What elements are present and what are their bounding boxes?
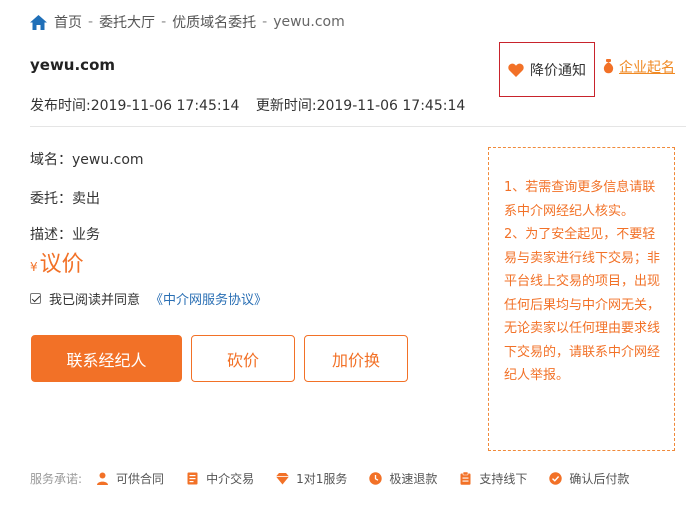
price-drop-notify-button[interactable]: 降价通知: [508, 60, 586, 80]
service-item: 支持线下: [459, 470, 527, 487]
domain-info: 域名：yewu.com: [30, 152, 144, 168]
document-icon: [187, 472, 198, 485]
agreement: 我已阅读并同意 《中介网服务协议》: [30, 289, 267, 308]
breadcrumb-home[interactable]: 首页: [54, 12, 82, 32]
enterprise-naming-link[interactable]: 企业起名: [603, 57, 675, 77]
service-item: 极速退款: [369, 470, 437, 487]
enterprise-naming-label: 企业起名: [619, 60, 675, 76]
agreement-text: 我已阅读并同意: [49, 293, 141, 308]
agreement-checkbox[interactable]: [30, 293, 41, 304]
clock-icon: [369, 472, 383, 485]
service-item: 1对1服务: [276, 470, 347, 487]
breadcrumb-separator: -: [88, 14, 94, 30]
service-item-label: 支持线下: [479, 472, 528, 486]
page-title: yewu.com: [30, 56, 116, 74]
service-item-label: 1对1服务: [296, 472, 348, 486]
breadcrumb-current: yewu.com: [273, 14, 345, 30]
currency-symbol: ¥: [30, 260, 38, 274]
service-promises: 服务承诺: 可供合同 中介交易 1对1服务 极速退款 支持线下 确认后付款: [30, 470, 629, 487]
service-item: 可供合同: [96, 470, 164, 487]
price-drop-notify-label: 降价通知: [530, 62, 586, 79]
service-item-label: 中介交易: [206, 472, 255, 486]
contact-agent-button[interactable]: 联系经纪人: [31, 335, 182, 382]
price-value: 议价: [39, 252, 84, 277]
check-circle-icon: [549, 472, 563, 485]
breadcrumb-entrust-hall[interactable]: 委托大厅: [99, 12, 155, 32]
service-promises-label: 服务承诺:: [30, 472, 83, 486]
bargain-button[interactable]: 砍价: [191, 335, 295, 382]
diamond-icon: [276, 473, 290, 485]
raise-swap-button[interactable]: 加价换: [304, 335, 408, 382]
service-item: 中介交易: [186, 470, 254, 487]
entrust-info: 委托：卖出: [30, 191, 100, 207]
breadcrumb-separator: -: [262, 14, 268, 30]
service-agreement-link[interactable]: 《中介网服务协议》: [150, 289, 267, 308]
service-item-label: 可供合同: [116, 472, 165, 486]
price-drop-highlight: 降价通知: [499, 42, 595, 97]
notice-paragraph-1: 1、若需查询更多信息请联系中介网经纪人核实。: [504, 180, 656, 219]
home-icon[interactable]: [30, 14, 47, 30]
service-item-label: 确认后付款: [569, 472, 630, 486]
person-icon: [97, 472, 109, 485]
service-item: 确认后付款: [549, 470, 629, 487]
notice-paragraph-2: 2、为了安全起见，不要轻易与卖家进行线下交易；非平台线上交易的项目，出现任何后果…: [504, 227, 661, 383]
service-item-label: 极速退款: [389, 472, 438, 486]
description-info: 描述：业务: [30, 227, 100, 243]
clipboard-icon: [460, 472, 471, 485]
published-time: 发布时间:2019-11-06 17:45:14: [30, 98, 240, 114]
heart-icon: [508, 63, 524, 77]
updated-time: 更新时间:2019-11-06 17:45:14: [255, 98, 466, 114]
breadcrumb-separator: -: [161, 14, 167, 30]
timestamps: 发布时间:2019-11-06 17:45:14 更新时间:2019-11-06…: [30, 95, 477, 115]
breadcrumb-premium-domains[interactable]: 优质域名委托: [172, 12, 256, 32]
tag-icon: [603, 59, 614, 74]
divider: [30, 126, 686, 127]
safety-notice: 1、若需查询更多信息请联系中介网经纪人核实。 2、为了安全起见，不要轻易与卖家进…: [488, 147, 675, 451]
breadcrumb: 首页 - 委托大厅 - 优质域名委托 - yewu.com: [30, 12, 345, 32]
price: ¥ 议价: [30, 246, 84, 278]
